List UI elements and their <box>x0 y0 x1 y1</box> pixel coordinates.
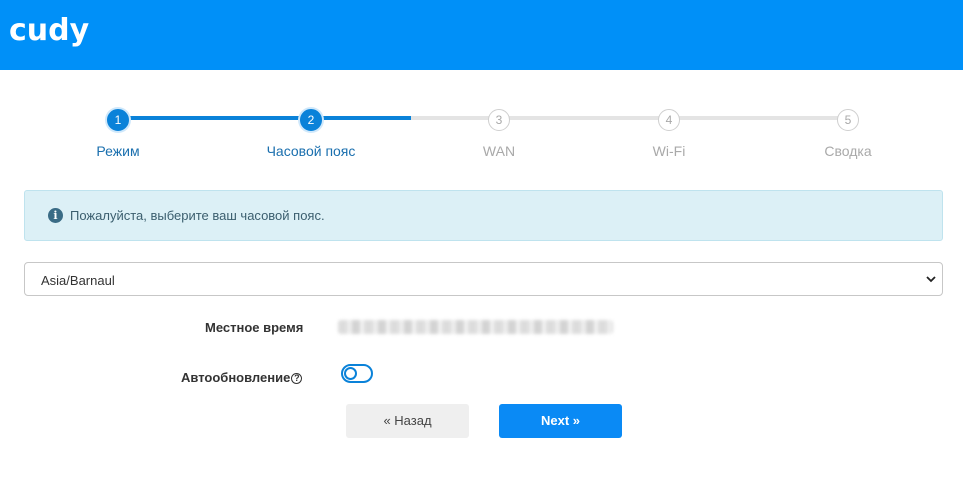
local-time-label: Местное время <box>205 320 304 335</box>
toggle-knob <box>344 367 357 380</box>
header-bar: cudy <box>0 0 963 70</box>
question-circle-icon[interactable]: ? <box>291 373 303 384</box>
back-button[interactable]: « Назад <box>346 404 469 438</box>
timezone-select[interactable]: Asia/Barnaul <box>24 262 943 296</box>
step-3-label: WAN <box>482 143 516 159</box>
auto-update-toggle[interactable] <box>341 364 373 383</box>
info-alert: i Пожалуйста, выберите ваш часовой пояс. <box>24 190 943 241</box>
auto-update-label: Автообновление <box>181 370 291 385</box>
step-4-label: Wi-Fi <box>652 143 686 159</box>
local-time-value-blurred <box>338 320 613 334</box>
next-button[interactable]: Next » <box>499 404 622 438</box>
step-3-circle: 3 <box>488 109 510 131</box>
step-5-label: Сводка <box>824 143 872 159</box>
step-4-circle: 4 <box>658 109 680 131</box>
alert-text: Пожалуйста, выберите ваш часовой пояс. <box>70 208 325 223</box>
timezone-selected-value: Asia/Barnaul <box>41 273 115 288</box>
auto-update-label-row: Автообновление? <box>181 370 303 385</box>
progress-track-remaining <box>411 116 848 120</box>
step-5-circle: 5 <box>837 109 859 131</box>
step-1-label: Режим <box>96 143 140 159</box>
step-1-circle: 1 <box>107 109 129 131</box>
step-2-label: Часовой пояс <box>266 143 356 159</box>
cudy-logo: cudy <box>9 13 90 48</box>
progress-track-completed <box>118 116 411 120</box>
info-icon: i <box>48 208 63 223</box>
chevron-down-icon <box>926 276 936 283</box>
step-2-circle: 2 <box>300 109 322 131</box>
